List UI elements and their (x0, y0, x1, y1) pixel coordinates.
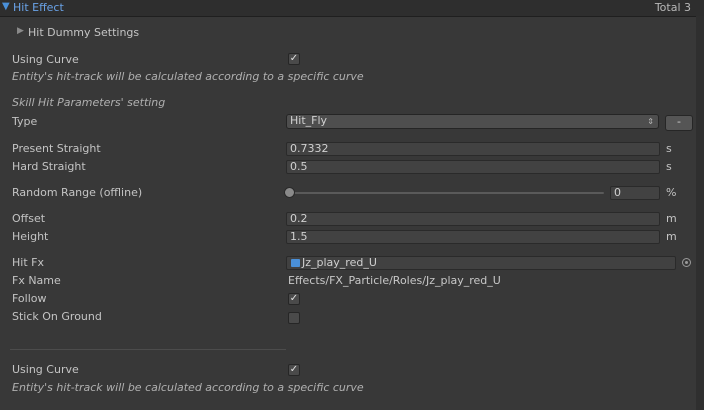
present-straight-label: Present Straight (12, 142, 101, 155)
skill-hit-parameters-title: Skill Hit Parameters' setting (12, 96, 166, 109)
stick-on-ground-checkbox[interactable] (288, 312, 300, 324)
type-dropdown[interactable]: Hit_Fly ⇕ (286, 114, 659, 129)
random-range-unit: % (666, 186, 677, 199)
using-curve-label: Using Curve (12, 53, 79, 66)
using-curve-label-2: Using Curve (12, 363, 79, 376)
offset-label: Offset (12, 212, 46, 225)
random-range-input[interactable]: 0 (610, 186, 660, 200)
hit-fx-object-field[interactable]: Jz_play_red_U (286, 256, 676, 270)
present-straight-input[interactable]: 0.7332 (286, 142, 660, 156)
follow-checkbox[interactable]: ✓ (288, 293, 300, 305)
hard-straight-input[interactable]: 0.5 (286, 160, 660, 174)
hit-fx-label: Hit Fx (12, 256, 44, 269)
random-range-slider-thumb[interactable] (284, 187, 295, 198)
random-range-label: Random Range (offline) (12, 186, 143, 199)
height-input[interactable]: 1.5 (286, 230, 660, 244)
prefab-icon (291, 259, 300, 267)
fx-name-value: Effects/FX_Particle/Roles/Jz_play_red_U (288, 274, 501, 287)
hit-effect-title: Hit Effect (13, 1, 64, 14)
random-range-slider-track[interactable] (290, 192, 604, 194)
type-dropdown-value: Hit_Fly (290, 114, 328, 127)
using-curve-checkbox-2[interactable]: ✓ (288, 364, 300, 376)
using-curve-checkbox[interactable]: ✓ (288, 53, 300, 65)
separator-line (10, 349, 286, 350)
hit-fx-value: Jz_play_red_U (302, 256, 377, 269)
follow-label: Follow (12, 292, 47, 305)
hit-effect-header[interactable]: ▼ Hit Effect Total 3 (0, 0, 704, 17)
offset-unit: m (666, 212, 677, 225)
height-label: Height (12, 230, 49, 243)
present-straight-unit: s (666, 142, 672, 155)
total-count: Total 3 (654, 1, 691, 14)
fx-name-label: Fx Name (12, 274, 61, 287)
using-curve-description: Entity's hit-track will be calculated ac… (12, 70, 364, 83)
foldout-collapsed-icon[interactable]: ▶ (17, 26, 24, 36)
hard-straight-unit: s (666, 160, 672, 173)
type-label: Type (12, 115, 38, 128)
object-picker-icon[interactable] (682, 258, 691, 267)
height-unit: m (666, 230, 677, 243)
scrollbar[interactable] (696, 16, 704, 410)
foldout-expanded-icon[interactable]: ▼ (2, 1, 10, 12)
using-curve-description-2: Entity's hit-track will be calculated ac… (12, 381, 364, 394)
remove-button[interactable]: - (665, 115, 693, 131)
hard-straight-label: Hard Straight (12, 160, 86, 173)
offset-input[interactable]: 0.2 (286, 212, 660, 226)
dropdown-arrows-icon: ⇕ (647, 117, 654, 126)
hit-dummy-settings-foldout[interactable]: Hit Dummy Settings (28, 26, 139, 39)
stick-on-ground-label: Stick On Ground (12, 310, 102, 323)
